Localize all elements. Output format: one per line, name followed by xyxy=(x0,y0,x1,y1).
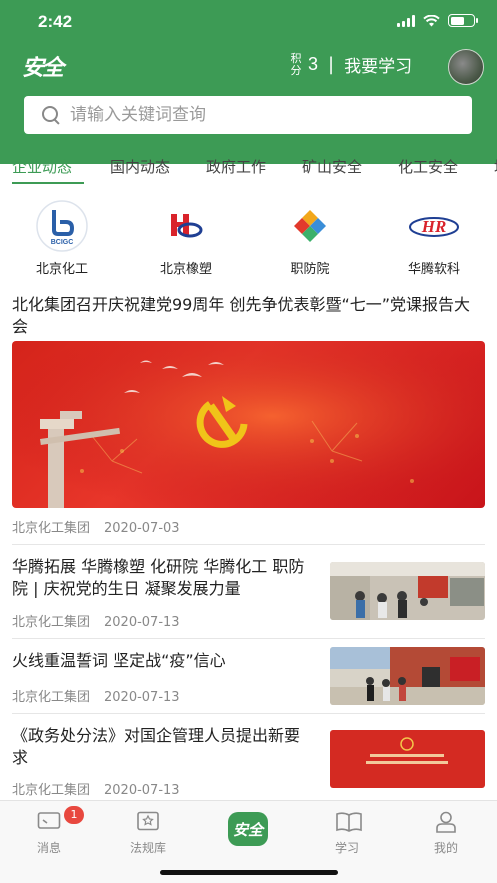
news-thumbnail[interactable] xyxy=(330,647,485,705)
news-meta: 北京化工集团 2020-07-13 xyxy=(12,686,180,705)
news-meta: 北京化工集团 2020-07-13 xyxy=(12,611,180,630)
beijing-rubber-logo-icon xyxy=(156,200,216,252)
open-book-icon xyxy=(335,811,362,833)
active-tab-indicator xyxy=(12,182,84,184)
app-header: 2:42 安全 积分 3 | 我要学习 xyxy=(0,0,497,164)
news-title[interactable]: 华腾拓展 华腾橡塑 化研院 华腾化工 职防院 | 庆祝党的生日 凝聚发展力量 xyxy=(12,556,312,600)
tabbar-home-logo[interactable]: 安全 xyxy=(228,812,268,846)
tabbar-regulations[interactable]: 法规库 xyxy=(113,811,183,856)
divider xyxy=(12,713,485,714)
status-time: 2:42 xyxy=(38,12,73,31)
tab-enterprise-news[interactable]: 企业动态 xyxy=(12,156,72,177)
status-icons xyxy=(397,14,478,27)
user-avatar[interactable] xyxy=(448,49,484,85)
org-bcigc[interactable]: BCIGC 北京化工 xyxy=(22,200,102,277)
wifi-icon xyxy=(423,14,440,26)
svg-text:BCIGC: BCIGC xyxy=(51,239,74,246)
tabbar-label: 消息 xyxy=(36,841,61,855)
tab-domestic-news[interactable]: 国内动态 xyxy=(110,156,170,177)
bcigc-logo-icon: BCIGC xyxy=(32,200,92,252)
message-icon xyxy=(37,811,61,833)
org-name: 职防院 xyxy=(290,262,330,277)
home-indicator xyxy=(160,870,338,875)
huateng-software-logo-icon: HR xyxy=(404,200,464,252)
org-beijing-rubber[interactable]: 北京橡塑 xyxy=(146,200,226,277)
news-source: 北京化工集团 xyxy=(12,521,91,536)
divider xyxy=(12,544,485,545)
news-date: 2020-07-13 xyxy=(104,615,180,630)
tabbar-label: 法规库 xyxy=(129,841,166,855)
news-title[interactable]: 《政务处分法》对国企管理人员提出新要求 xyxy=(12,725,312,769)
divider xyxy=(12,638,485,639)
search-icon xyxy=(42,106,60,124)
news-title[interactable]: 北化集团召开庆祝建党99周年 创先争优表彰暨“七一”党课报告大会 xyxy=(12,294,482,338)
tabbar-label: 学习 xyxy=(334,841,359,855)
app-logo: 安全 xyxy=(22,55,64,81)
cellular-signal-icon xyxy=(397,14,415,27)
org-name: 华腾软科 xyxy=(407,262,460,277)
news-date: 2020-07-13 xyxy=(104,783,180,798)
news-source: 北京化工集团 xyxy=(12,690,91,705)
org-name: 北京橡塑 xyxy=(159,262,212,277)
news-date: 2020-07-03 xyxy=(104,521,180,536)
svg-text:HR: HR xyxy=(421,217,447,236)
points-area: 积分 3 | 我要学习 xyxy=(290,51,413,77)
tab-government-work[interactable]: 政府工作 xyxy=(206,156,266,177)
points-value: 3 xyxy=(308,54,319,74)
tabbar-mine[interactable]: 我的 xyxy=(411,811,481,856)
news-thumbnail[interactable] xyxy=(330,730,485,788)
search-input[interactable] xyxy=(70,105,430,125)
news-meta: 北京化工集团 2020-07-13 xyxy=(12,779,180,798)
tabbar-study[interactable]: 学习 xyxy=(312,811,382,856)
org-huateng-software[interactable]: HR 华腾软科 xyxy=(394,200,474,277)
org-name: 北京化工 xyxy=(35,262,88,277)
message-badge: 1 xyxy=(64,806,84,824)
news-meta: 北京化工集团 2020-07-03 xyxy=(12,517,180,536)
news-thumbnail[interactable] xyxy=(330,562,485,620)
tabbar-label: 我的 xyxy=(433,841,458,855)
news-source: 北京化工集团 xyxy=(12,783,91,798)
news-title[interactable]: 火线重温誓词 坚定战“疫”信心 xyxy=(12,650,312,672)
news-date: 2020-07-13 xyxy=(104,690,180,705)
battery-icon xyxy=(448,14,478,27)
learn-link[interactable]: 我要学习 xyxy=(344,52,412,77)
search-bar[interactable] xyxy=(24,96,472,134)
points-separator: | xyxy=(328,54,335,75)
occupational-health-logo-icon xyxy=(280,200,340,252)
tab-mine-safety[interactable]: 矿山安全 xyxy=(302,156,362,177)
tab-chemical-safety[interactable]: 化工安全 xyxy=(398,156,458,177)
org-occupational-health[interactable]: 职防院 xyxy=(270,200,350,277)
user-icon xyxy=(434,811,458,833)
points-label: 积分 xyxy=(290,51,302,77)
news-cover-image[interactable] xyxy=(12,341,485,508)
book-star-icon xyxy=(136,811,160,833)
news-source: 北京化工集团 xyxy=(12,615,91,630)
category-tabs: 企业动态 国内动态 政府工作 矿山安全 化工安全 培 xyxy=(0,148,497,184)
